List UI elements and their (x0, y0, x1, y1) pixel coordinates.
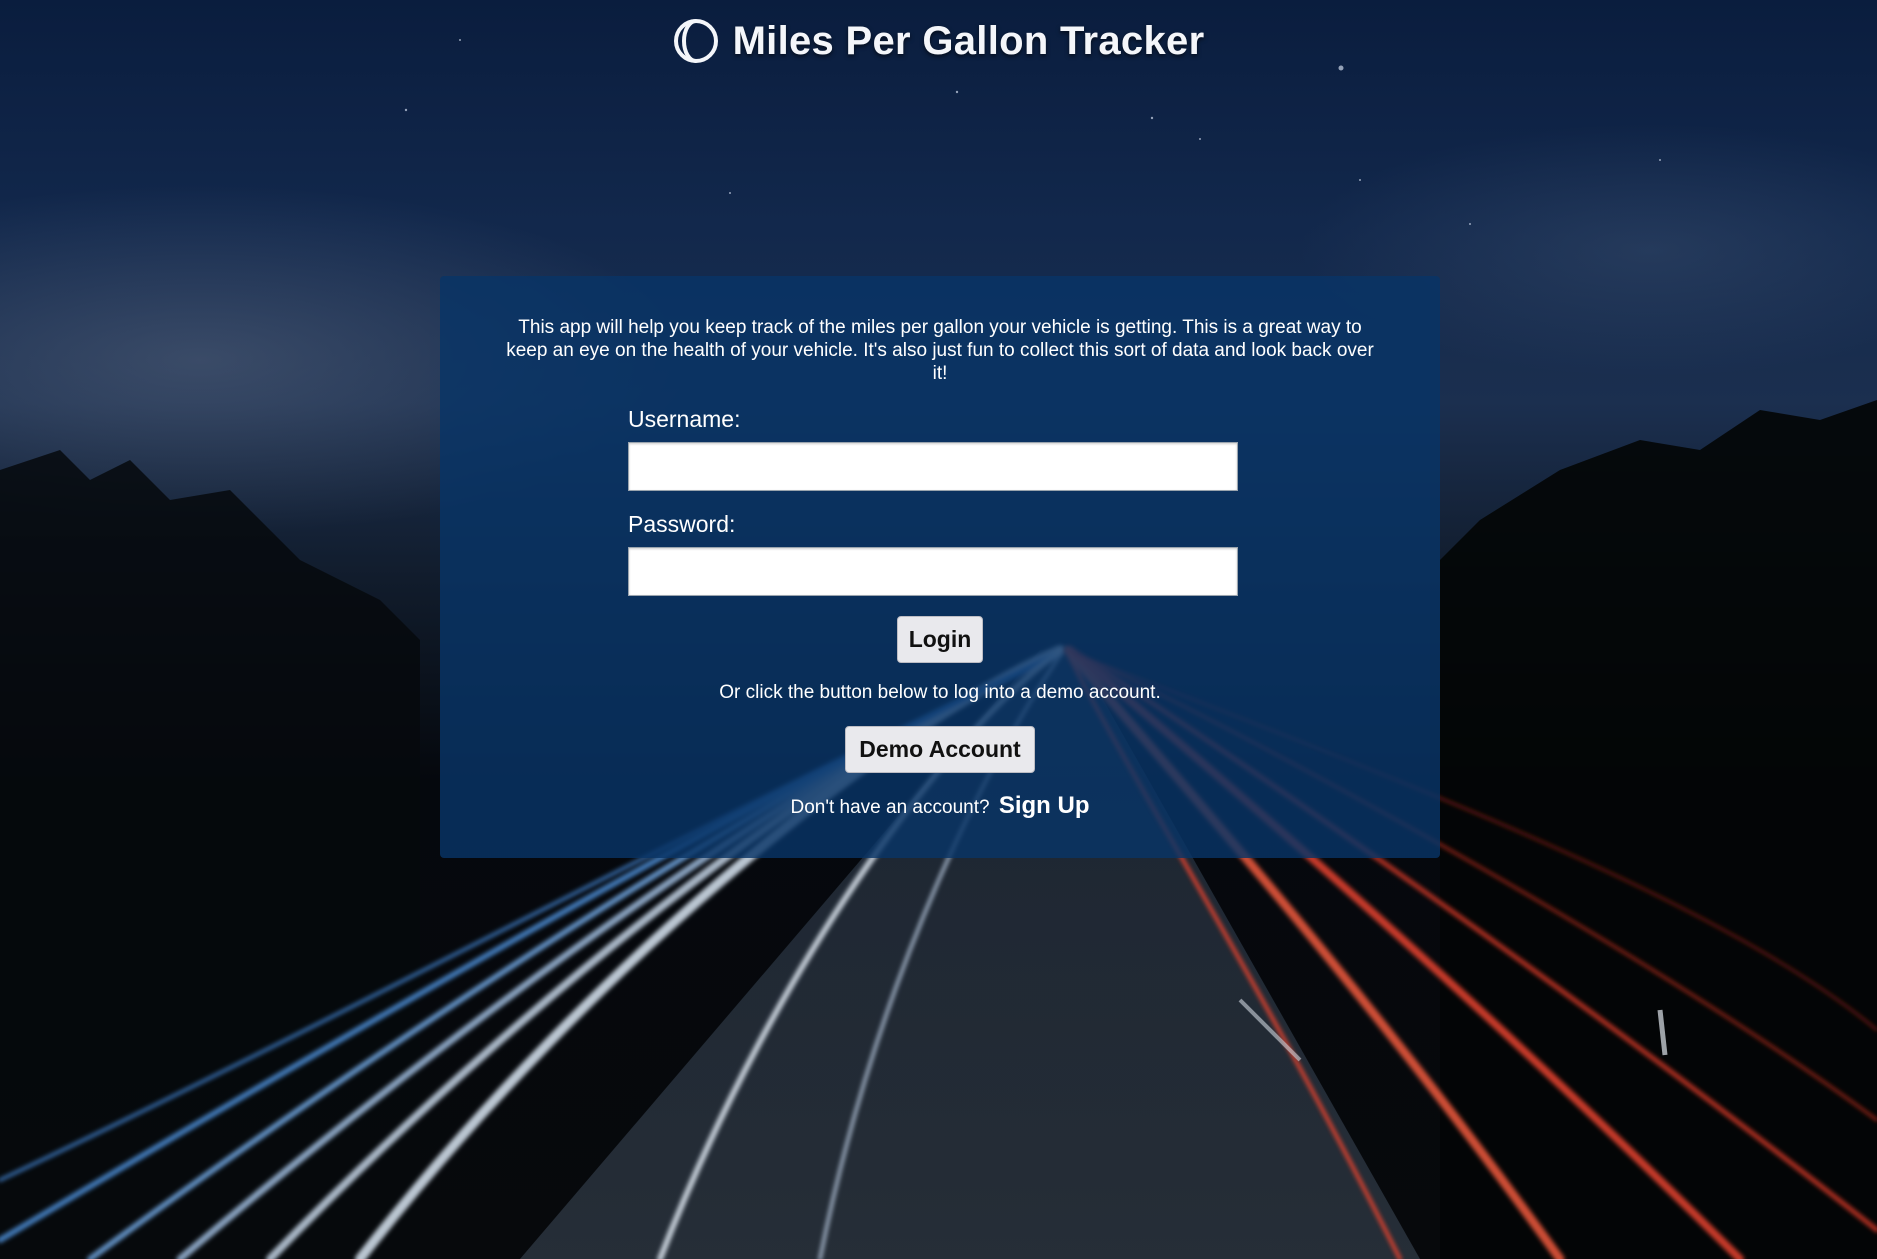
login-panel: This app will help you keep track of the… (440, 276, 1440, 858)
username-label: Username: (628, 406, 741, 432)
app-header: Miles Per Gallon Tracker (0, 18, 1877, 64)
sign-up-link[interactable]: Sign Up (999, 792, 1090, 819)
login-button[interactable]: Login (897, 616, 983, 663)
login-form: Username: Password: (628, 406, 1238, 616)
username-field-group: Username: (628, 406, 1238, 491)
demo-account-hint: Or click the button below to log into a … (719, 682, 1161, 703)
password-label: Password: (628, 511, 736, 537)
signup-prompt: Don't have an account? (790, 797, 990, 818)
demo-account-button[interactable]: Demo Account (845, 726, 1035, 773)
username-input[interactable] (628, 442, 1238, 491)
signup-line: Don't have an account? Sign Up (440, 792, 1440, 820)
password-field-group: Password: (628, 511, 1238, 596)
app-title: Miles Per Gallon Tracker (732, 18, 1205, 63)
password-input[interactable] (628, 547, 1238, 596)
half-moon-circle-icon (673, 19, 718, 63)
intro-text: This app will help you keep track of the… (506, 317, 1374, 384)
